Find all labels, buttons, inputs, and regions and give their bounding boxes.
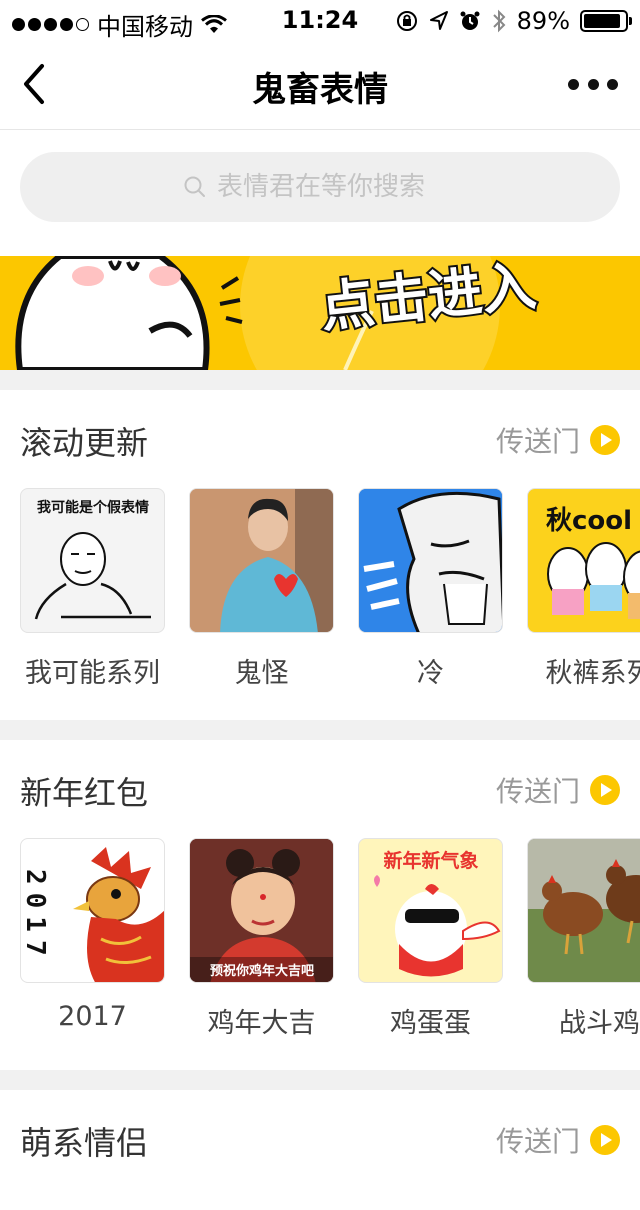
navigation-bar: 鬼畜表情	[0, 40, 640, 130]
banner-illustration: 点击进入	[15, 256, 541, 370]
sticker-pack-item[interactable]: 新年新气象 鸡蛋蛋	[358, 838, 503, 1040]
more-dot-icon	[607, 78, 618, 90]
portal-link[interactable]: 传送门	[496, 420, 620, 460]
sticker-pack-item[interactable]: 鬼怪	[189, 488, 334, 690]
more-dot-icon	[568, 78, 579, 90]
status-bar: 中国移动 11:24 89%	[0, 0, 640, 41]
sticker-pack-label: 我可能系列	[25, 658, 160, 689]
search-bar	[0, 130, 640, 256]
sticker-pack-label: 鸡蛋蛋	[390, 1008, 471, 1039]
sticker-pack-item[interactable]: 战斗鸡	[527, 838, 640, 1040]
sticker-pack-item[interactable]: 秋cool 秋裤系列	[527, 488, 640, 690]
promo-banner[interactable]: 点击进入	[0, 256, 640, 370]
sticker-thumbnail: 秋cool	[527, 488, 640, 633]
section-title: 滚动更新	[20, 424, 149, 462]
section-title: 萌系情侣	[20, 1124, 149, 1162]
sticker-pack-label: 冷	[417, 658, 444, 689]
battery-icon	[580, 10, 632, 32]
sticker-thumbnail	[189, 488, 334, 633]
portal-link-label: 传送门	[495, 425, 580, 458]
portal-link-label: 传送门	[495, 1125, 580, 1158]
sticker-thumbnail	[358, 488, 503, 633]
sticker-thumbnail	[527, 838, 640, 983]
alarm-icon	[460, 11, 480, 30]
sticker-thumbnail: 2017	[20, 838, 165, 983]
search-icon	[184, 176, 205, 197]
play-icon	[590, 1125, 620, 1155]
page-title: 鬼畜表情	[252, 70, 388, 110]
battery-percent: 89%	[516, 7, 570, 35]
rotation-lock-icon	[396, 11, 417, 31]
bluetooth-icon	[492, 9, 506, 33]
portal-link-label: 传送门	[495, 775, 580, 808]
play-icon	[590, 425, 620, 455]
more-dot-icon	[587, 78, 599, 90]
sticker-pack-item[interactable]: 预祝你鸡年大吉吧 鸡年大吉	[189, 838, 334, 1040]
search-box[interactable]	[20, 152, 620, 222]
location-icon	[429, 11, 448, 30]
sticker-pack-label: 战斗鸡	[559, 1008, 640, 1039]
sticker-thumbnail: 我可能是个假表情	[20, 488, 165, 633]
sticker-pack-label: 秋裤系列	[545, 658, 640, 689]
thumbnail-caption: 我可能是个假表情	[37, 499, 149, 516]
section-scroll-update: 滚动更新 传送门 我可能是个假表情 我可能系列 鬼怪 冷 秋cool 秋裤系	[0, 390, 640, 720]
sticker-pack-label: 鬼怪	[234, 658, 289, 689]
section-cute-couple: 萌系情侣 传送门	[0, 1090, 640, 1210]
sticker-pack-item[interactable]: 我可能是个假表情 我可能系列	[20, 488, 165, 690]
thumbnail-caption: 秋cool	[546, 506, 632, 536]
sticker-thumbnail: 新年新气象	[358, 838, 503, 983]
more-button[interactable]	[568, 72, 618, 96]
battery-level	[584, 14, 620, 28]
section-title: 新年红包	[20, 774, 149, 812]
sticker-pack-label: 2017	[58, 1001, 127, 1032]
portal-link[interactable]: 传送门	[496, 1120, 620, 1160]
portal-link[interactable]: 传送门	[496, 770, 620, 810]
sticker-pack-item[interactable]: 2017 2017	[20, 838, 165, 1040]
sticker-thumbnail: 预祝你鸡年大吉吧	[189, 838, 334, 983]
sticker-pack-label: 鸡年大吉	[207, 1008, 316, 1039]
search-input[interactable]	[217, 172, 457, 202]
thumbnail-caption: 新年新气象	[383, 849, 478, 872]
thumbnail-caption: 2017	[21, 869, 50, 964]
play-icon	[590, 775, 620, 805]
thumbnail-caption: 预祝你鸡年大吉吧	[210, 963, 314, 979]
sticker-pack-item[interactable]: 冷	[358, 488, 503, 690]
section-new-year: 新年红包 传送门 2017 2017 预祝你鸡年大吉吧 鸡年大吉 新年新气象 鸡…	[0, 740, 640, 1070]
